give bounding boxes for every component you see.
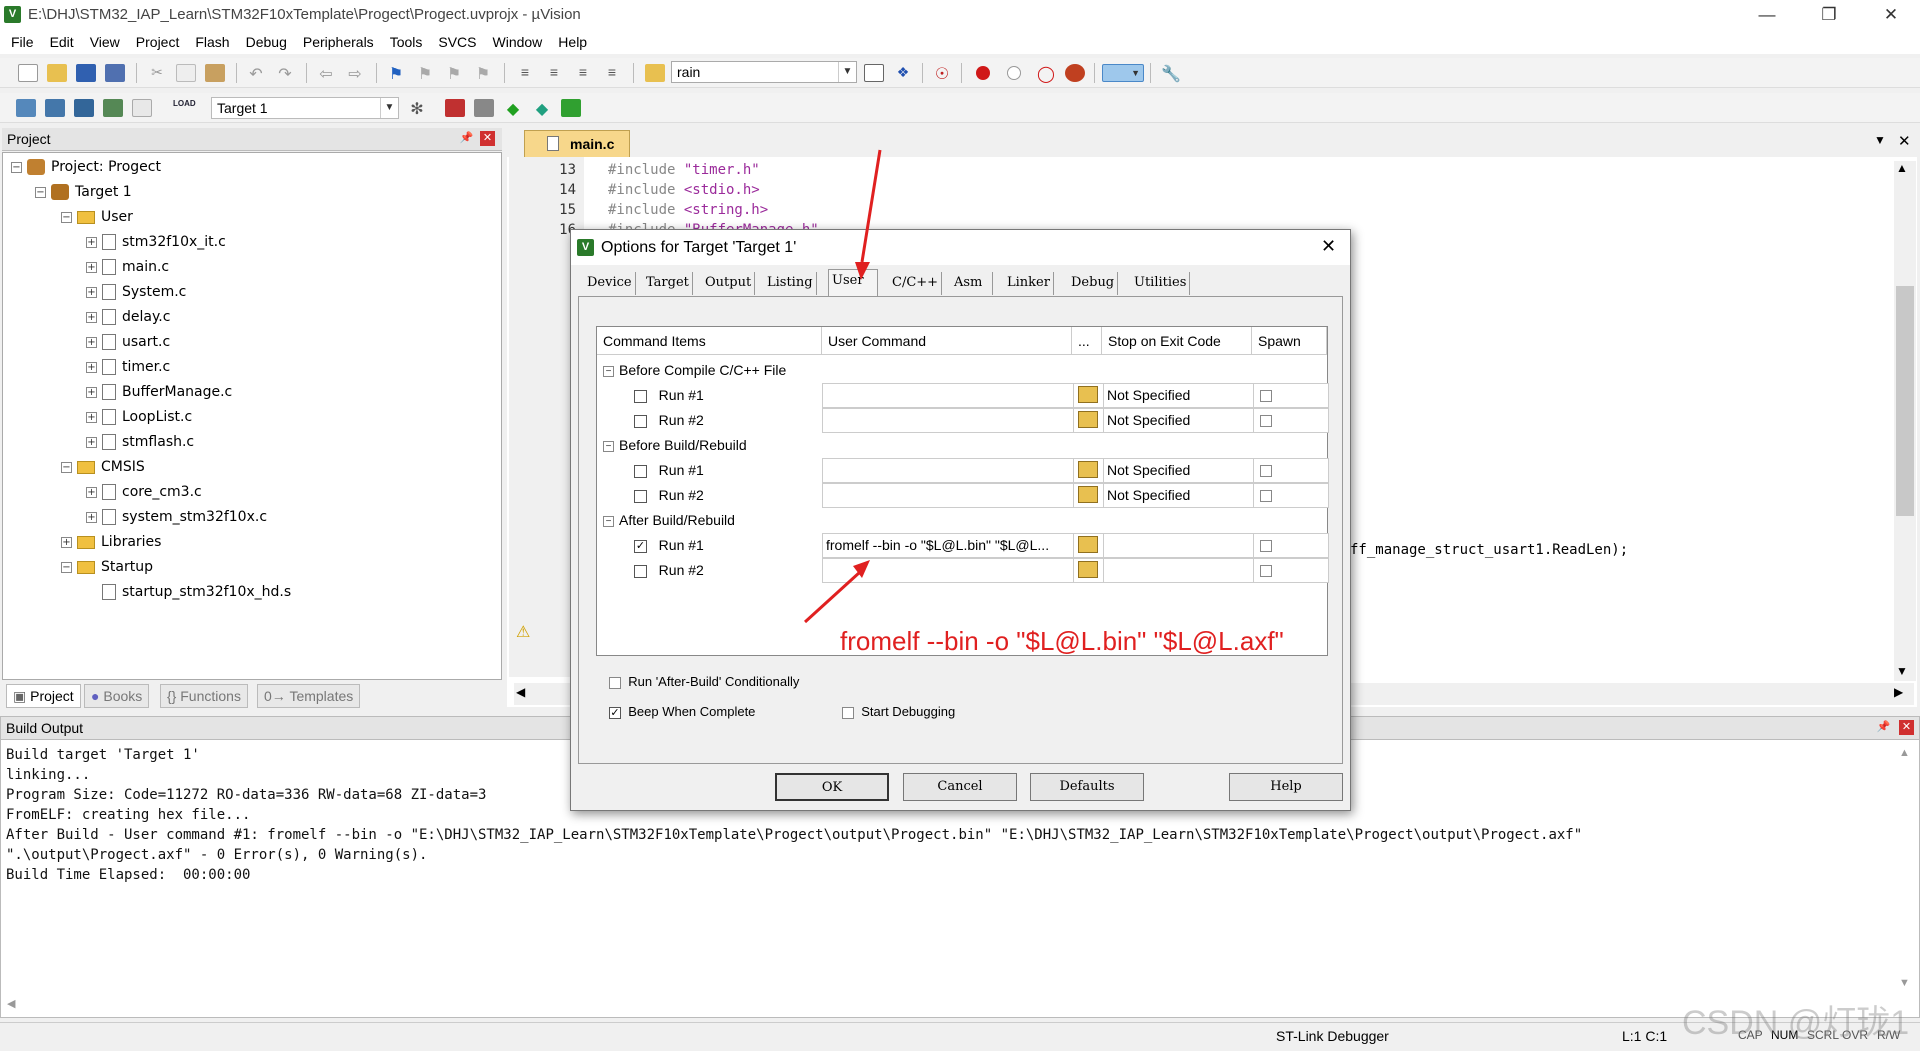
- arrow-to-command: [803, 570, 862, 624]
- annotation-arrows: [803, 149, 882, 624]
- arrow-to-user-tab: [860, 149, 882, 263]
- annotation-text: fromelf --bin -o "$L@L.bin" "$L@L.axf": [840, 626, 1284, 656]
- arrow-head: [855, 262, 870, 280]
